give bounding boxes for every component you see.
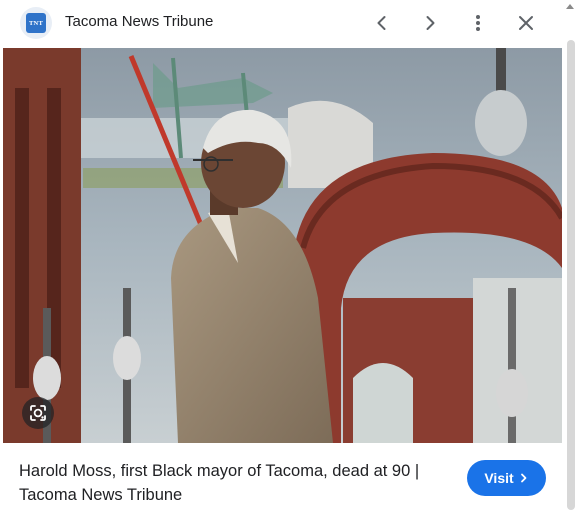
chevron-right-icon <box>426 16 435 30</box>
site-logo-mark: TNT <box>26 13 46 33</box>
more-vert-icon <box>476 15 480 31</box>
more-options-button[interactable] <box>462 7 494 39</box>
next-button[interactable] <box>414 7 446 39</box>
scrollbar[interactable] <box>564 0 577 510</box>
visit-button-label: Visit <box>484 470 514 486</box>
previous-button[interactable] <box>366 7 398 39</box>
close-icon <box>519 16 533 30</box>
chevron-right-icon <box>520 473 527 483</box>
scroll-up-arrow-icon[interactable] <box>566 4 574 9</box>
visit-button[interactable]: Visit <box>467 460 546 496</box>
google-lens-button[interactable] <box>22 397 54 429</box>
article-image[interactable] <box>3 48 562 443</box>
article-title[interactable]: Harold Moss, first Black mayor of Tacoma… <box>19 459 459 507</box>
panel-header: TNT Tacoma News Tribune <box>0 0 577 46</box>
google-lens-icon <box>30 405 46 421</box>
scrollbar-thumb[interactable] <box>567 40 575 510</box>
site-name[interactable]: Tacoma News Tribune <box>65 13 213 30</box>
chevron-left-icon <box>377 16 386 30</box>
site-logo[interactable]: TNT <box>20 7 52 39</box>
article-photo <box>3 48 562 443</box>
close-button[interactable] <box>510 7 542 39</box>
